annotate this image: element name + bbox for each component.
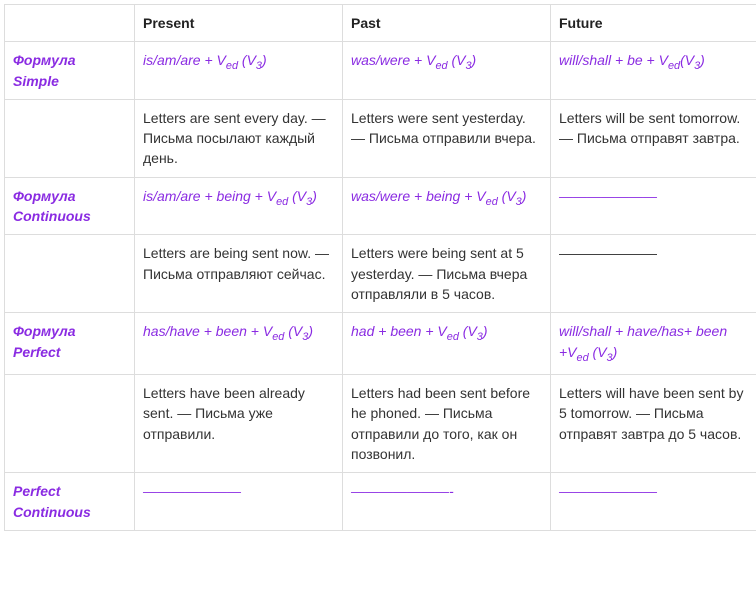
label-text: Continuous <box>13 504 91 520</box>
perfect-continuous-row: Perfect Continuous ——————— ———————- ————… <box>5 473 756 531</box>
formula-sub: ed <box>435 60 447 72</box>
header-present: Present <box>135 5 343 42</box>
simple-past-formula: was/were + Ved (V3) <box>343 42 551 100</box>
formula-sub: ed <box>272 331 284 343</box>
formula-part: ) <box>483 323 488 339</box>
formula-sub: ed <box>447 331 459 343</box>
empty-cell <box>5 99 135 177</box>
label-text: Формула <box>13 52 76 68</box>
simple-future-formula: will/shall + be + Ved(V3) <box>551 42 756 100</box>
formula-part: will/shall + be + V <box>559 52 668 68</box>
formula-part: (V <box>448 52 466 68</box>
formula-part: had + been + V <box>351 323 447 339</box>
formula-part: ) <box>613 344 618 360</box>
perfect-present-example: Letters have been already sent. — Письма… <box>135 375 343 473</box>
formula-part: ) <box>522 188 527 204</box>
continuous-example-row: Letters are being sent now. — Письма отп… <box>5 235 756 313</box>
label-text: Perfect <box>13 483 60 499</box>
header-future: Future <box>551 5 756 42</box>
formula-part: ) <box>262 52 267 68</box>
passive-voice-table: Present Past Future Формула Simple is/am… <box>4 4 756 531</box>
formula-part: (V <box>589 344 607 360</box>
header-past: Past <box>343 5 551 42</box>
formula-part: has/have + been + V <box>143 323 272 339</box>
formula-part: ) <box>700 52 705 68</box>
formula-part: (V <box>288 188 306 204</box>
perfect-past-formula: had + been + Ved (V3) <box>343 313 551 375</box>
formula-sub: ed <box>276 196 288 208</box>
simple-past-example: Letters were sent yesterday. — Письма от… <box>343 99 551 177</box>
formula-part: was/were + V <box>351 52 435 68</box>
perfect-example-row: Letters have been already sent. — Письма… <box>5 375 756 473</box>
perfect-continuous-present: ——————— <box>135 473 343 531</box>
simple-label: Формула Simple <box>5 42 135 100</box>
perfect-past-example: Letters had been sent before he phoned. … <box>343 375 551 473</box>
simple-example-row: Letters are sent every day. — Письма пос… <box>5 99 756 177</box>
formula-part: is/am/are + V <box>143 52 226 68</box>
continuous-future-formula: ——————— <box>551 177 756 235</box>
label-text: Simple <box>13 73 59 89</box>
label-text: Continuous <box>13 208 91 224</box>
empty-cell <box>5 235 135 313</box>
perfect-future-example: Letters will have been sent by 5 tomorro… <box>551 375 756 473</box>
perfect-future-formula: will/shall + have/has+ been +Ved (V3) <box>551 313 756 375</box>
label-text: Perfect <box>13 344 60 360</box>
continuous-label: Формула Continuous <box>5 177 135 235</box>
label-text: Формула <box>13 323 76 339</box>
formula-part: ) <box>312 188 317 204</box>
perfect-continuous-label: Perfect Continuous <box>5 473 135 531</box>
formula-part: ) <box>308 323 313 339</box>
formula-part: (V <box>459 323 477 339</box>
header-blank <box>5 5 135 42</box>
formula-part: (V <box>284 323 302 339</box>
formula-sub: ed <box>486 196 498 208</box>
simple-present-example: Letters are sent every day. — Письма пос… <box>135 99 343 177</box>
continuous-past-formula: was/were + being + Ved (V3) <box>343 177 551 235</box>
perfect-formula-row: Формула Perfect has/have + been + Ved (V… <box>5 313 756 375</box>
continuous-future-example: ——————— <box>551 235 756 313</box>
simple-present-formula: is/am/are + Ved (V3) <box>135 42 343 100</box>
continuous-formula-row: Формула Continuous is/am/are + being + V… <box>5 177 756 235</box>
perfect-present-formula: has/have + been + Ved (V3) <box>135 313 343 375</box>
formula-part: (V <box>238 52 256 68</box>
perfect-continuous-past: ———————- <box>343 473 551 531</box>
continuous-past-example: Letters were being sent at 5 yesterday. … <box>343 235 551 313</box>
formula-sub: ed <box>668 60 680 72</box>
header-row: Present Past Future <box>5 5 756 42</box>
formula-part: (V <box>498 188 516 204</box>
continuous-present-formula: is/am/are + being + Ved (V3) <box>135 177 343 235</box>
formula-part: is/am/are + being + V <box>143 188 276 204</box>
formula-part: was/were + being + V <box>351 188 486 204</box>
perfect-continuous-future: ——————— <box>551 473 756 531</box>
simple-formula-row: Формула Simple is/am/are + Ved (V3) was/… <box>5 42 756 100</box>
formula-part: (V <box>680 52 694 68</box>
perfect-label: Формула Perfect <box>5 313 135 375</box>
continuous-present-example: Letters are being sent now. — Письма отп… <box>135 235 343 313</box>
empty-cell <box>5 375 135 473</box>
label-text: Формула <box>13 188 76 204</box>
formula-sub: ed <box>226 60 238 72</box>
formula-sub: ed <box>577 351 589 363</box>
formula-part: ) <box>472 52 477 68</box>
simple-future-example: Letters will be sent tomorrow. — Письма … <box>551 99 756 177</box>
